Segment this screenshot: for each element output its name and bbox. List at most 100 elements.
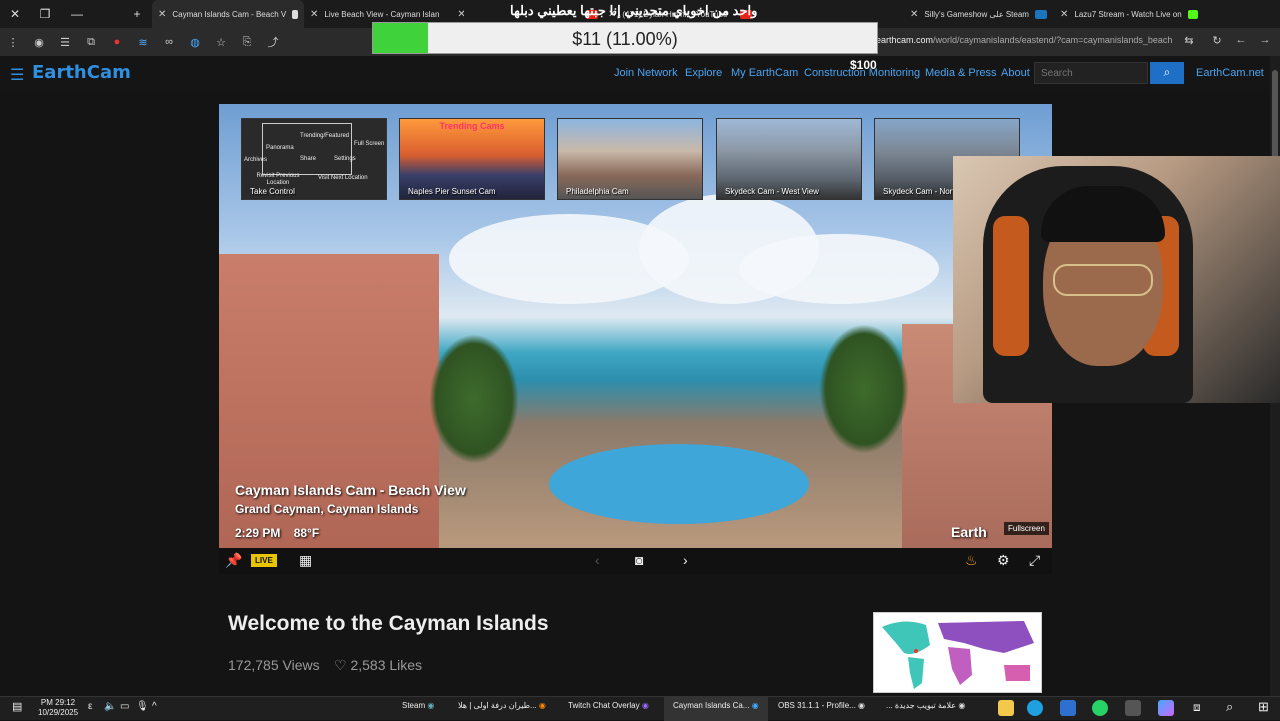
flame-icon[interactable]: ♨	[965, 552, 978, 569]
thumb-label: Naples Pier Sunset Cam	[408, 187, 496, 196]
map-north-america	[882, 621, 930, 654]
camera-snapshot-icon[interactable]: ◙	[635, 552, 643, 568]
taskbar-steam[interactable]: Steam ◉	[402, 701, 434, 710]
taskbar-clock[interactable]: PM 29:12 10/29/2025	[38, 698, 78, 718]
windows-start-icon[interactable]: ⊞	[1258, 699, 1269, 715]
previous-arrow-icon[interactable]: ‹	[595, 552, 600, 568]
kick-icon	[1187, 9, 1198, 19]
tray-chevron-icon[interactable]: ^	[152, 701, 157, 712]
steam-icon: ◉	[427, 701, 435, 710]
copy-icon[interactable]: ⎘	[234, 36, 260, 49]
action-center-icon[interactable]: ▤	[12, 700, 22, 713]
controls-diagram-thumb[interactable]: Trending/Featured Panorama Full Screen A…	[241, 118, 387, 200]
url-field[interactable]: earthcam.com/world/caymanislands/eastend…	[876, 35, 1172, 45]
translate-icon[interactable]: ◍	[182, 36, 208, 49]
language-indicator[interactable]: ε	[88, 701, 92, 712]
extensions-icon[interactable]: ⧉	[78, 36, 104, 49]
tab-steam[interactable]: ✕ Silly's Gameshow على Steam	[904, 0, 1054, 28]
thumb-skydeck-west[interactable]: Skydeck Cam - West View	[716, 118, 862, 200]
hamburger-menu-icon[interactable]: ☰	[10, 65, 24, 85]
browser-icon: ◉	[958, 701, 966, 710]
profile-icon[interactable]: ◉	[26, 36, 52, 49]
taskbar-twitch-overlay[interactable]: Twitch Chat Overlay ◉	[568, 701, 649, 710]
nav-join-network[interactable]: Join Network	[614, 67, 678, 79]
file-explorer-icon[interactable]	[998, 700, 1014, 716]
next-arrow-icon[interactable]: ›	[683, 552, 688, 568]
pin-icon[interactable]: 📌	[225, 552, 242, 569]
world-map[interactable]	[873, 612, 1042, 693]
outlook-icon[interactable]	[1060, 700, 1076, 716]
heart-icon[interactable]: ♡	[334, 657, 347, 673]
diagram-label: Full Screen	[354, 141, 385, 147]
donation-max-label: $100	[850, 58, 877, 72]
live-badge[interactable]: LIVE	[251, 554, 277, 567]
edge-icon[interactable]	[1027, 700, 1043, 716]
minimize-window-icon[interactable]: —	[62, 7, 92, 21]
fullscreen-icon[interactable]: ⤢	[1029, 552, 1040, 569]
close-tab-icon[interactable]: ✕	[310, 9, 318, 20]
earthcam-net-link[interactable]: EarthCam.net	[1196, 67, 1264, 79]
diagram-label: Share	[300, 156, 317, 162]
earthcam-logo[interactable]: EarthCam	[32, 62, 131, 83]
nav-explore[interactable]: Explore	[685, 67, 722, 79]
close-tab-icon[interactable]: ✕	[1060, 9, 1068, 20]
share-icon[interactable]: ⤴	[260, 34, 286, 50]
nav-media-press[interactable]: Media & Press	[925, 67, 997, 79]
thumb-label: Skydeck Cam - West View	[725, 187, 819, 196]
nav-about[interactable]: About	[1001, 67, 1030, 79]
search-icon[interactable]: ⌕	[1226, 699, 1233, 715]
camera-player[interactable]: Trending/Featured Panorama Full Screen A…	[219, 104, 1052, 548]
donation-progress-bar: $11 (11.00%)	[372, 22, 878, 54]
site-settings-icon[interactable]: ⇆	[1176, 34, 1202, 47]
tab-search-icon[interactable]: ☰	[52, 36, 78, 49]
thumb-philadelphia[interactable]: Philadelphia Cam	[557, 118, 703, 200]
tab-kick[interactable]: ✕ Lazu7 Stream - Watch Live on	[1054, 0, 1204, 28]
microphone-icon[interactable]: 🎙	[136, 701, 149, 712]
menu-dots-icon[interactable]: ⋮	[0, 36, 26, 49]
taskbar-browser-tab[interactable]: طيران درفة اولى | هلا... ◉	[458, 701, 546, 710]
network-icon[interactable]: ▭	[120, 701, 129, 712]
new-tab-icon[interactable]: +	[122, 7, 152, 21]
local-time: 2:29 PM	[235, 526, 281, 540]
task-view-icon[interactable]: ⧈	[1193, 700, 1201, 715]
volume-icon[interactable]: 🔈	[104, 701, 116, 712]
forward-icon[interactable]: →	[1252, 34, 1278, 46]
fullscreen-tooltip: Fullscreen	[1004, 522, 1049, 535]
diagram-label: Trending/Featured	[300, 133, 350, 139]
wifi-icon[interactable]: ≋	[130, 36, 156, 49]
reload-icon[interactable]: ↻	[1204, 34, 1230, 47]
bookmark-star-icon[interactable]: ☆	[208, 36, 234, 49]
close-tab-icon[interactable]: ✕	[457, 9, 464, 20]
close-tab-icon[interactable]: ✕	[158, 9, 166, 20]
streamer-glasses	[1053, 264, 1153, 296]
search-input[interactable]	[1034, 62, 1148, 84]
restore-window-icon[interactable]: ❐	[30, 7, 60, 21]
close-tab-icon[interactable]: ✕	[910, 9, 918, 20]
like-count[interactable]: ♡ 2,583 Likes	[334, 657, 422, 674]
site-header: ☰ EarthCam Join Network Explore My Earth…	[0, 56, 1270, 90]
vpn-icon[interactable]: ∞	[156, 36, 182, 48]
thumb-naples-pier[interactable]: Trending Cams Naples Pier Sunset Cam	[399, 118, 545, 200]
close-window-icon[interactable]: ✕	[0, 7, 30, 21]
diagram-label: Settings	[334, 156, 356, 162]
camera-location: Grand Cayman, Cayman Islands	[235, 502, 419, 516]
back-icon[interactable]: ←	[1228, 34, 1254, 46]
search-button[interactable]: ⌕	[1150, 62, 1184, 84]
store-icon[interactable]	[1125, 700, 1141, 716]
settings-gear-icon[interactable]: ⚙	[997, 552, 1010, 569]
copilot-icon[interactable]	[1158, 700, 1174, 716]
whatsapp-icon[interactable]	[1092, 700, 1108, 716]
twitch-icon: ◉	[641, 701, 649, 710]
tab-favicon-icon	[292, 9, 298, 19]
taskbar-obs[interactable]: OBS 31.1.1 - Profile... ◉	[778, 701, 865, 710]
trending-cams-label: Trending Cams	[439, 121, 505, 131]
film-icon[interactable]: ▦	[299, 552, 312, 569]
taskbar-new-tab[interactable]: ... علامة تبويب جديدة ◉	[886, 701, 965, 710]
tab-cayman-cam[interactable]: ✕ Cayman Islands Cam - Beach V	[152, 0, 304, 28]
thumb-label: Skydeck Cam - Nort	[883, 187, 955, 196]
camera-time: 2:29 PM 88°F	[235, 526, 319, 540]
adblock-icon[interactable]: ●	[104, 36, 130, 48]
taskbar-cayman[interactable]: Cayman Islands Ca... ◉	[673, 701, 759, 710]
map-location-pin	[914, 649, 918, 653]
nav-my-earthcam[interactable]: My EarthCam	[731, 67, 798, 79]
